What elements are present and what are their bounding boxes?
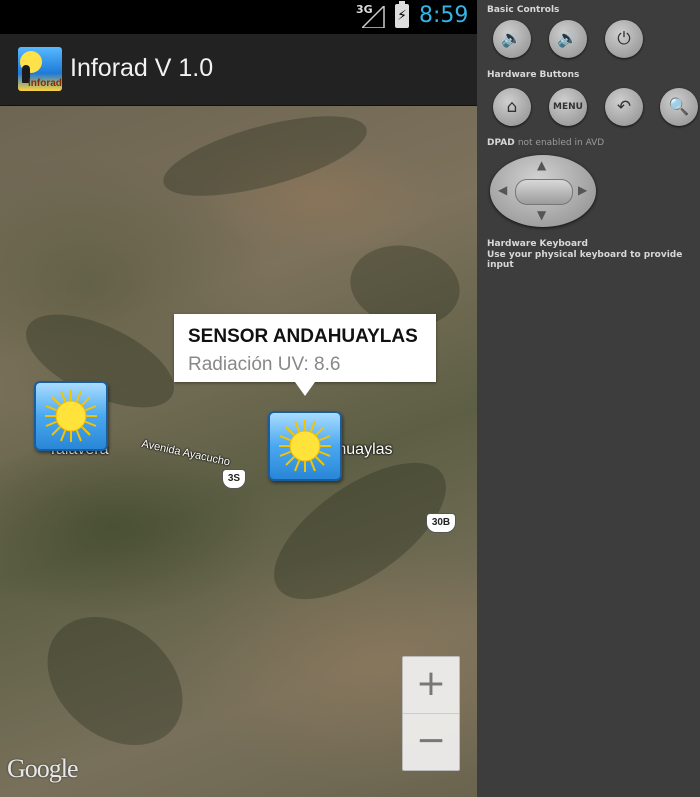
battery-charging-icon: ⚡ [395,1,409,28]
action-bar: inforad Inforad V 1.0 [0,34,477,106]
menu-button-label: MENU [553,102,583,112]
hardware-keyboard-label: Hardware Keyboard [487,239,588,249]
dpad-left-icon[interactable]: ◀ [498,183,507,197]
zoom-out-button[interactable]: − [403,714,459,770]
dpad-right-icon[interactable]: ▶ [578,183,587,197]
dpad-note: not enabled in AVD [517,138,605,148]
back-icon: ↶ [616,97,632,117]
zoom-in-button[interactable]: + [403,657,459,713]
google-logo: Google [7,754,79,783]
volume-down-button[interactable]: 🔉 [493,20,531,58]
search-icon: 🔍 [668,97,690,117]
hardware-keyboard-note: Use your physical keyboard to provide in… [487,250,683,270]
map-view[interactable]: Talavera Avenida Ayacucho Andahuaylas 3S… [0,106,477,797]
power-icon: ⏻ [617,29,631,49]
info-window-snippet: Radiación UV: 8.6 [188,354,341,375]
dpad-label-text: DPAD [487,138,515,148]
menu-button[interactable]: MENU [549,88,587,126]
hardware-buttons-label: Hardware Buttons [487,70,580,80]
sun-marker-icon[interactable] [34,381,108,451]
dpad-up-icon[interactable]: ▲ [537,158,546,172]
volume-up-button[interactable]: 🔊 [549,20,587,58]
info-window-title: SENSOR ANDAHUAYLAS [188,326,418,347]
volume-up-icon: 🔊 [557,29,579,49]
app-icon-text: inforad [28,78,62,89]
sun-icon [45,390,97,442]
home-button[interactable]: ⌂ [493,88,531,126]
sun-icon [279,420,331,472]
basic-controls-label: Basic Controls [487,5,560,15]
street-label-avenida-ayacucho: Avenida Ayacucho [140,438,232,469]
volume-down-icon: 🔉 [501,29,523,49]
back-button[interactable]: ↶ [605,88,643,126]
dpad-label: DPAD not enabled in AVD [487,138,604,148]
route-shield-3s: 3S [222,469,246,489]
phone-screen: 3G ⚡ 8:59 inforad Inforad V 1.0 Talavera… [0,0,477,797]
dpad-center-button[interactable] [515,179,573,205]
sun-marker-icon[interactable] [268,411,342,481]
route-shield-30b: 30B [426,513,456,533]
home-icon: ⌂ [506,97,518,117]
signal-icon [362,6,385,28]
app-title: Inforad V 1.0 [70,54,214,82]
info-window[interactable]: SENSOR ANDAHUAYLAS Radiación UV: 8.6 [174,314,436,396]
emulator-controls-panel: Basic Controls 🔉 🔊 ⏻ Hardware Buttons ⌂ … [477,0,700,797]
app-icon[interactable]: inforad [18,47,62,91]
dpad-down-icon[interactable]: ▼ [537,208,546,222]
dpad[interactable]: ▲ ▼ ◀ ▶ [490,155,596,227]
status-time: 8:59 [419,3,469,28]
status-bar: 3G ⚡ 8:59 [0,0,477,34]
power-button[interactable]: ⏻ [605,20,643,58]
zoom-controls: + − [402,656,460,771]
search-button[interactable]: 🔍 [660,88,698,126]
